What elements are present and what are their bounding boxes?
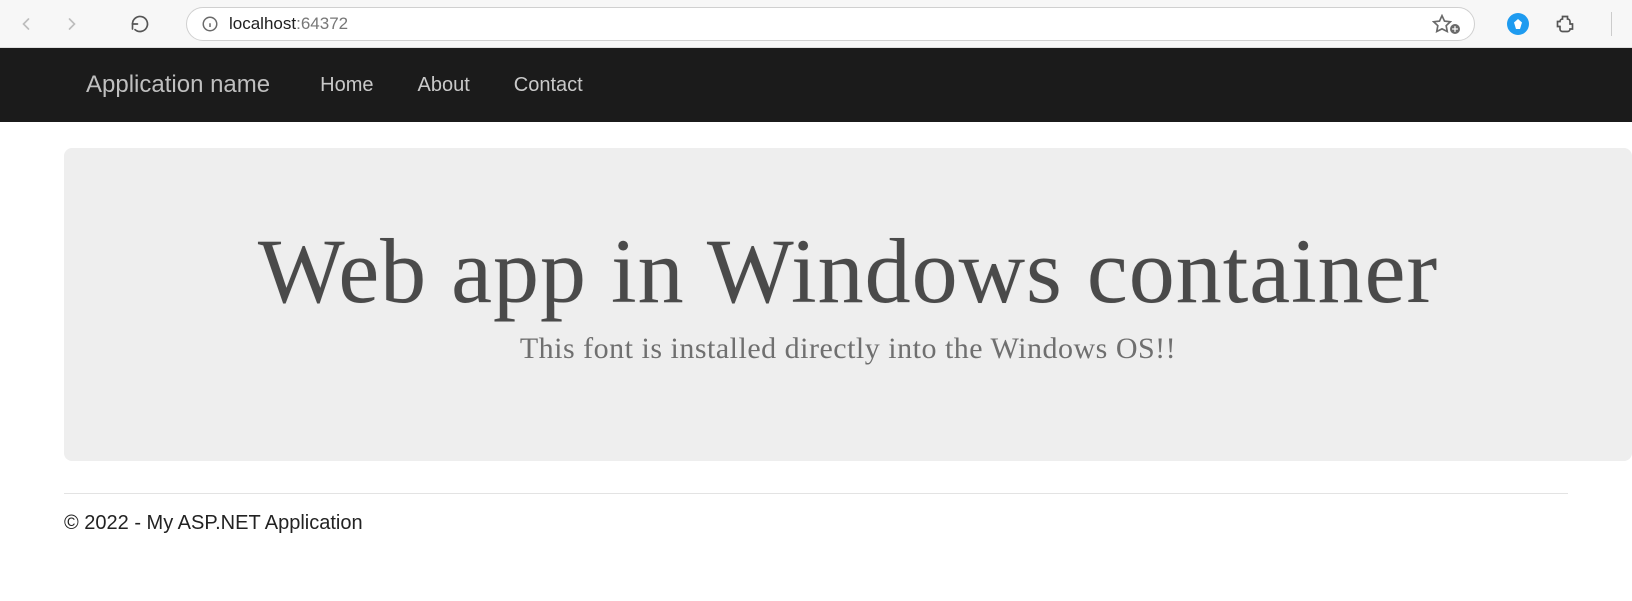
url-port: :64372 xyxy=(296,14,348,34)
forward-button[interactable] xyxy=(58,10,86,38)
hero-title: Web app in Windows container xyxy=(94,223,1602,320)
url-host: localhost xyxy=(229,14,296,34)
extensions-button[interactable] xyxy=(1551,10,1579,38)
nav-link-about[interactable]: About xyxy=(417,74,469,97)
hero-jumbotron: Web app in Windows container This font i… xyxy=(64,148,1632,461)
reload-button[interactable] xyxy=(126,10,154,38)
profile-icon[interactable] xyxy=(1507,13,1529,35)
favorite-button[interactable] xyxy=(1432,14,1460,34)
app-navbar: Application name Home About Contact xyxy=(0,48,1632,122)
navbar-brand[interactable]: Application name xyxy=(86,71,270,99)
hero-subtitle: This font is installed directly into the… xyxy=(94,332,1602,366)
back-button[interactable] xyxy=(12,10,40,38)
address-text: localhost:64372 xyxy=(229,14,348,34)
navbar-links: Home About Contact xyxy=(320,74,583,97)
toolbar-divider xyxy=(1611,12,1612,36)
browser-toolbar: localhost:64372 xyxy=(0,0,1632,48)
nav-link-home[interactable]: Home xyxy=(320,74,373,97)
site-info-icon[interactable] xyxy=(201,15,219,33)
nav-link-contact[interactable]: Contact xyxy=(514,74,583,97)
address-bar[interactable]: localhost:64372 xyxy=(186,7,1475,41)
footer-text: © 2022 - My ASP.NET Application xyxy=(0,494,1632,535)
